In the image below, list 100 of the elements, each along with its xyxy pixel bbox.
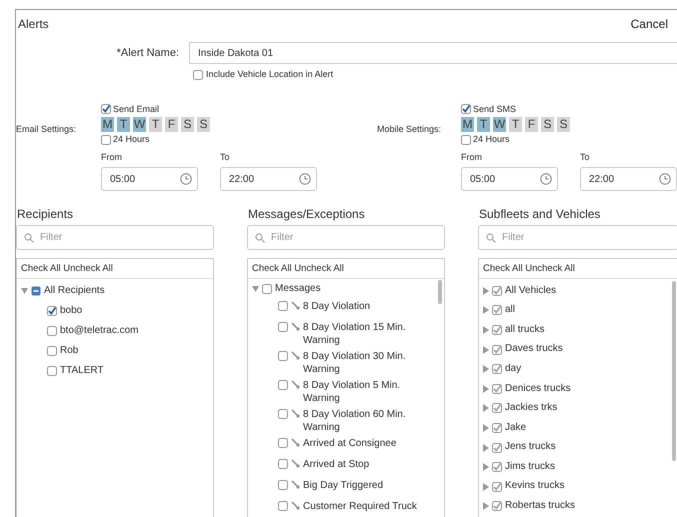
tree-item-label[interactable]: Jake	[505, 422, 526, 434]
field-label: *Alert Name:	[116, 46, 179, 61]
checkbox[interactable]	[278, 480, 288, 490]
weekday-button[interactable]: T	[149, 117, 162, 132]
tree-item-label[interactable]: 8 Day Violation 5 Min. Warning	[303, 380, 428, 405]
weekday-button[interactable]: T	[509, 117, 522, 132]
checkbox[interactable]	[47, 306, 57, 316]
checkbox[interactable]	[278, 409, 288, 419]
checkbox[interactable]	[278, 459, 288, 469]
tree-item-label[interactable]: TTALERT	[60, 364, 104, 378]
tree-item-label[interactable]: Rob	[60, 344, 78, 358]
checkbox[interactable]	[47, 366, 57, 376]
tree-item-label[interactable]: Big Day Triggered	[303, 480, 384, 492]
weekday-button[interactable]: T	[477, 117, 490, 132]
checkbox[interactable]	[461, 134, 471, 145]
time-field[interactable]: 05:00	[101, 167, 198, 191]
tree-item-label[interactable]: Jens trucks	[505, 441, 556, 454]
checkbox[interactable]	[193, 70, 203, 80]
tree-item-label[interactable]: 8 Day Violation	[303, 301, 370, 314]
input-field[interactable]: Inside Dakota 01	[189, 42, 677, 64]
checkbox[interactable]	[278, 322, 288, 332]
time-field[interactable]: 22:00	[580, 167, 677, 191]
tree-item-label[interactable]: Messages	[275, 282, 321, 296]
checkbox[interactable]	[101, 134, 111, 145]
checkbox[interactable]	[492, 422, 502, 433]
weekday-button[interactable]: W	[493, 117, 506, 132]
weekday-button[interactable]: S	[541, 117, 554, 132]
checkbox[interactable]	[492, 384, 502, 394]
time-value: 05:00	[110, 172, 136, 186]
tree-item-label[interactable]: Arrived at Consignee	[303, 438, 396, 450]
checkbox[interactable]	[492, 442, 502, 453]
tree-item-label[interactable]: Kevins trucks	[505, 480, 564, 493]
tree-item-label[interactable]: day	[505, 362, 522, 376]
checkbox-label: Send Email	[113, 102, 160, 116]
tree-item-label[interactable]: Arrived at Stop	[303, 459, 370, 472]
tree-item-label[interactable]: Daves trucks	[505, 343, 563, 356]
scrollbar[interactable]	[672, 281, 676, 461]
weekday-button[interactable]: W	[133, 117, 146, 132]
time-value: 22:00	[229, 172, 254, 186]
tree-item-label[interactable]: bobo	[60, 304, 82, 318]
time-value: 22:00	[589, 172, 614, 186]
checkbox[interactable]	[278, 351, 288, 361]
tree-item-label[interactable]: 8 Day Violation 60 Min. Warning	[303, 409, 428, 434]
uncheck-all-link[interactable]: Uncheck All	[294, 263, 344, 274]
tree-item-label[interactable]: All Recipients	[44, 284, 105, 298]
tree-item-label[interactable]: Robertas trucks	[505, 500, 576, 513]
tree-item-label[interactable]: Customer Required Truck	[303, 501, 417, 514]
check-all-link[interactable]: Check All	[252, 263, 292, 274]
checkbox[interactable]	[278, 301, 288, 311]
time-value: 05:00	[470, 172, 496, 186]
weekday-button[interactable]: S	[197, 117, 210, 132]
checkbox-label: Include Vehicle Location in Alert	[206, 68, 334, 81]
weekday-button[interactable]: M	[101, 117, 114, 132]
checkbox[interactable]	[278, 438, 288, 448]
checkbox[interactable]	[492, 286, 502, 296]
checkbox[interactable]	[492, 305, 502, 316]
placeholder-text: Filter	[271, 231, 294, 245]
checkbox[interactable]	[461, 104, 471, 114]
checkbox[interactable]	[492, 403, 502, 414]
tree-item-label[interactable]: bto@teletrac.com	[60, 324, 139, 338]
tree-item-label[interactable]: 8 Day Violation 15 Min. Warning	[303, 322, 428, 347]
partial-checkbox[interactable]	[31, 286, 41, 296]
panel-title: Messages/Exceptions	[248, 206, 366, 223]
tree-item-label[interactable]: all trucks	[505, 324, 544, 336]
checkbox[interactable]	[492, 501, 502, 512]
tree-item-label[interactable]: All Vehicles	[505, 284, 556, 298]
checkbox[interactable]	[278, 380, 288, 390]
tree-item-label[interactable]: all	[505, 304, 516, 317]
pin-icon	[291, 459, 300, 468]
checkbox[interactable]	[492, 482, 502, 492]
cancel-link[interactable]: Cancel	[630, 15, 668, 33]
weekday-button[interactable]: F	[525, 117, 538, 132]
weekday-button[interactable]: S	[181, 117, 194, 132]
checkbox[interactable]	[47, 326, 57, 336]
time-field[interactable]: 22:00	[220, 167, 317, 191]
weekday-button[interactable]: M	[461, 117, 474, 132]
field-label: From	[461, 150, 483, 164]
uncheck-all-link[interactable]: Uncheck All	[63, 263, 113, 274]
check-all-link[interactable]: Check All	[21, 263, 61, 274]
tree-item-label[interactable]: Denices trucks	[505, 382, 571, 396]
weekday-button[interactable]: S	[557, 117, 570, 132]
checkbox[interactable]	[262, 284, 272, 294]
checkbox[interactable]	[492, 364, 502, 374]
weekday-button[interactable]: F	[165, 117, 178, 132]
dialog-title: Alerts	[18, 16, 49, 33]
checkbox[interactable]	[278, 501, 288, 511]
tree-item-label[interactable]: Jackies trks	[505, 402, 558, 415]
checkbox[interactable]	[492, 462, 502, 472]
tree-item-label[interactable]: Jims trucks	[505, 460, 555, 474]
checkbox[interactable]	[47, 346, 57, 356]
time-field[interactable]: 05:00	[461, 167, 558, 191]
uncheck-all-link[interactable]: Uncheck All	[525, 263, 575, 274]
checkbox[interactable]	[492, 324, 502, 335]
scrollbar[interactable]	[438, 280, 442, 304]
weekday-button[interactable]: T	[117, 117, 130, 132]
panel-title: Recipients	[17, 206, 74, 223]
tree-item-label[interactable]: 8 Day Violation 30 Min. Warning	[303, 351, 428, 376]
checkbox[interactable]	[492, 344, 502, 355]
checkbox[interactable]	[101, 104, 111, 114]
check-all-link[interactable]: Check All	[483, 263, 523, 274]
